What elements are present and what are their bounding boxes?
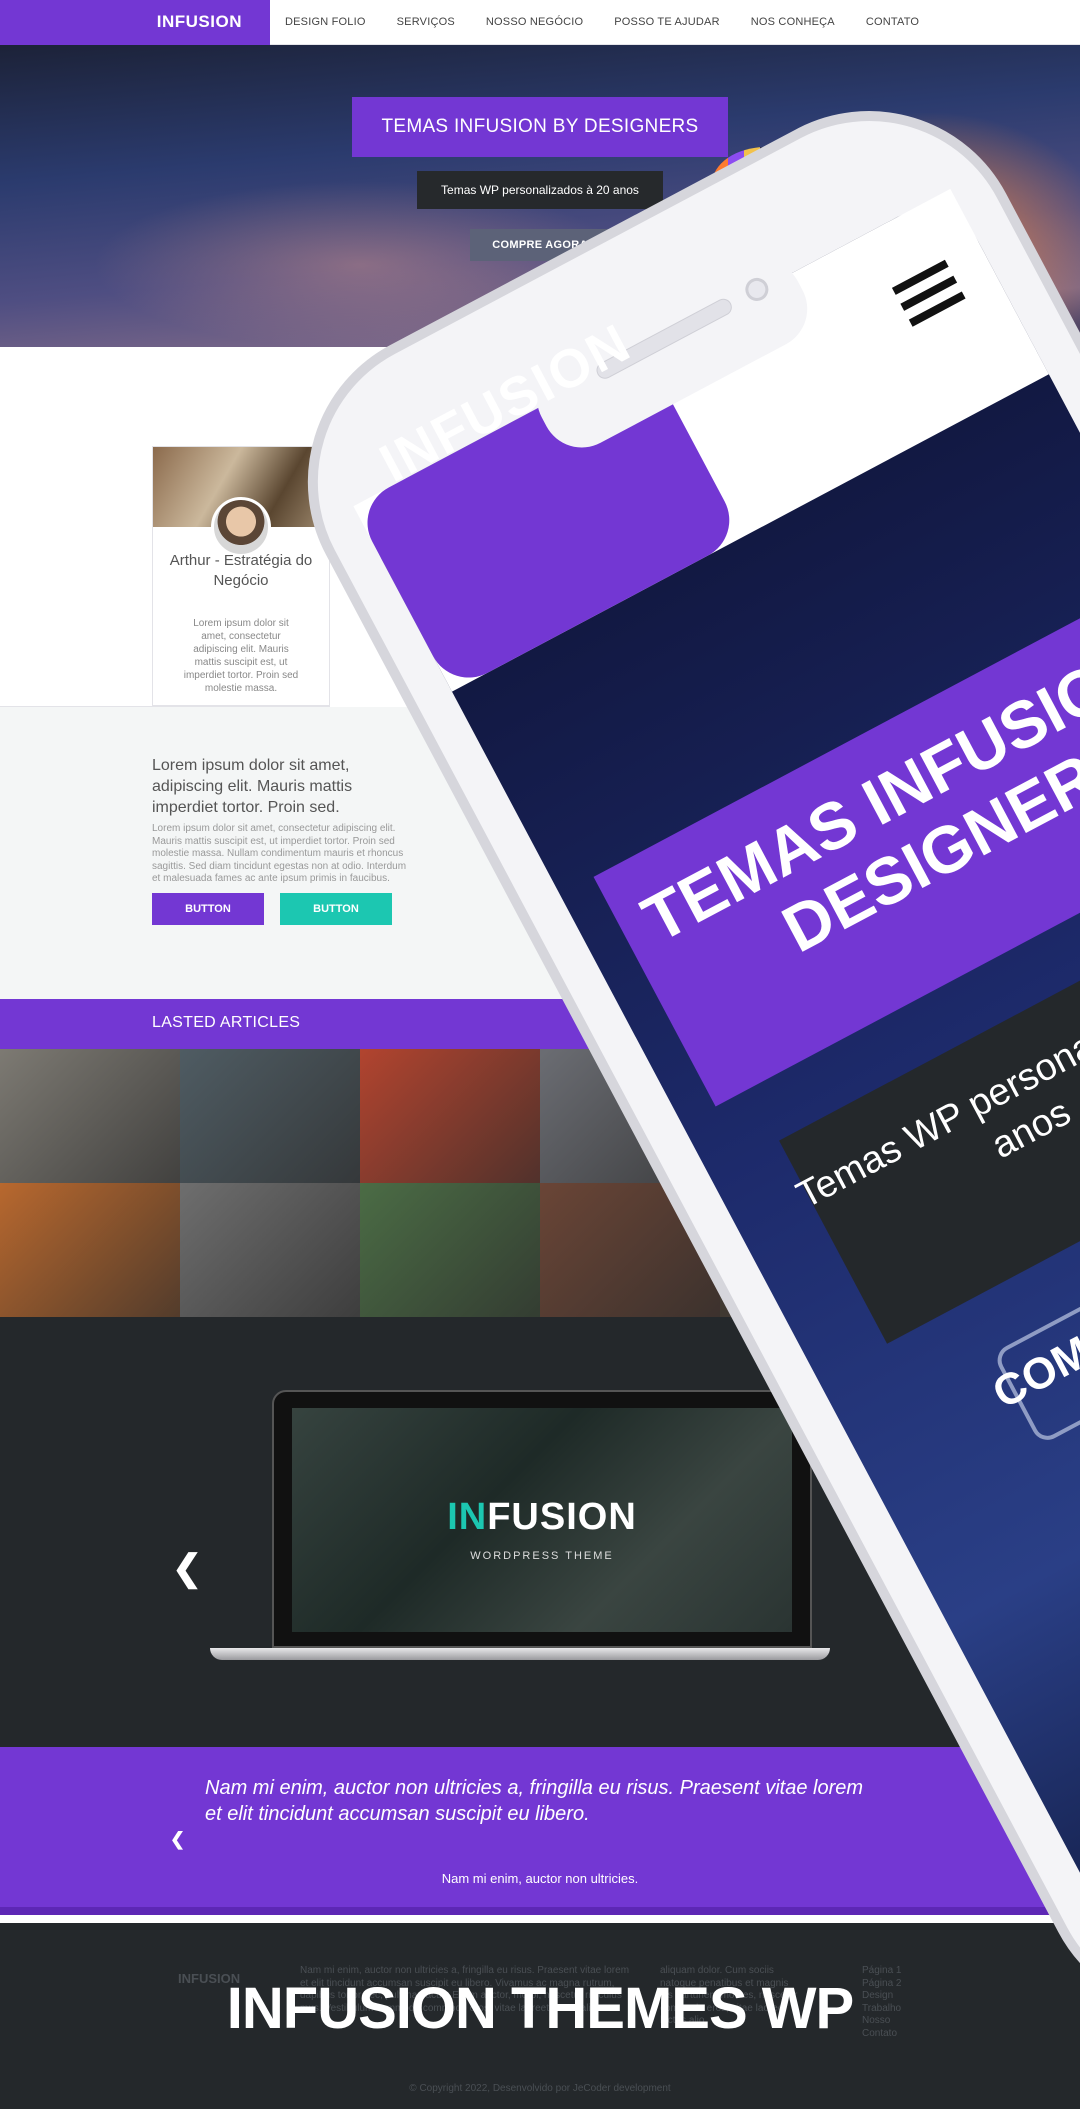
laptop-mockup: INFUSION WORDPRESS THEME (272, 1390, 812, 1648)
articles-header: LASTED ARTICLES (0, 999, 1080, 1049)
avatar (211, 497, 271, 557)
copyright: © Copyright 2022, Desenvolvido por JeCod… (409, 2083, 671, 2094)
hero-subtitle: Temas WP personalizados à 20 anos (417, 171, 663, 209)
profile-card: Arthur - Estratégia do Negócio Lorem ips… (152, 446, 330, 706)
article-tile-photo-14[interactable] (900, 1183, 1080, 1317)
article-tile-photo-4[interactable] (540, 1049, 720, 1183)
testimonial-author: Nam mi enim, auctor non ultricies. (441, 1871, 639, 1886)
site-logo[interactable]: INFUSION (0, 0, 270, 45)
menu-item-posso-te-ajudar[interactable]: POSSO TE AJUDAR (614, 16, 720, 28)
menu-item-design-folio[interactable]: DESIGN FOLIO (285, 16, 366, 28)
article-tile-photo-5[interactable] (720, 1049, 900, 1183)
profile-name: Arthur - Estratégia do Negócio (169, 552, 313, 589)
slider-brand-title: INFUSION (292, 1496, 792, 1539)
article-tile-forest-photo[interactable] (360, 1183, 540, 1317)
article-tile-fox-photo[interactable] (0, 1183, 180, 1317)
buy-now-button[interactable]: COMPRE AGORA (470, 229, 610, 261)
articles-grid (0, 1049, 1080, 1317)
hero-section: TEMAS INFUSION BY DESIGNERS Temas WP per… (0, 45, 1080, 347)
menu-item-nos-conheca[interactable]: NOS CONHEÇA (751, 16, 835, 28)
intro-section: Lorem ipsum dolor sit amet, adipiscing e… (0, 707, 1080, 999)
testimonial-section: ❮ Nam mi enim, auctor non ultricies a, f… (0, 1747, 1080, 1915)
article-tile-photo-13[interactable] (720, 1183, 900, 1317)
slider-prev-icon[interactable]: ❮ (172, 1547, 202, 1589)
theme-slider: ❮ INFUSION WORDPRESS THEME (0, 1317, 1080, 1747)
top-navigation: INFUSION DESIGN FOLIO SERVIÇOS NOSSO NEG… (0, 0, 1080, 45)
menu-item-servicos[interactable]: SERVIÇOS (397, 16, 455, 28)
laptop-base (210, 1648, 830, 1660)
article-tile-photo-6[interactable] (900, 1049, 1080, 1183)
brand-rest-text: FUSION (487, 1496, 637, 1538)
main-menu: DESIGN FOLIO SERVIÇOS NOSSO NEGÓCIO POSS… (285, 16, 919, 28)
slider-subtitle: WORDPRESS THEME (470, 1550, 614, 1562)
article-tile-desk-photo[interactable] (540, 1183, 720, 1317)
secondary-button[interactable]: BUTTON (280, 893, 392, 925)
profile-text: Lorem ipsum dolor sit amet, consectetur … (183, 618, 299, 694)
article-tile-hands-photo[interactable] (180, 1183, 360, 1317)
overlay-caption: INFUSION THEMES WP (226, 1976, 854, 2041)
phone-logo-block (367, 365, 730, 678)
hot-air-balloon-image (712, 147, 820, 221)
hero-title: TEMAS INFUSION BY DESIGNERS (352, 97, 728, 157)
primary-button[interactable]: BUTTON (152, 893, 264, 925)
intro-body: Lorem ipsum dolor sit amet, consectetur … (152, 823, 407, 884)
intro-lead: Lorem ipsum dolor sit amet, adipiscing e… (152, 757, 353, 816)
article-tile-waves-photo[interactable] (180, 1049, 360, 1183)
footer: INFUSION Nam mi enim, auctor non ultrici… (0, 1923, 1080, 2109)
laptop-screen: INFUSION WORDPRESS THEME (292, 1408, 792, 1632)
articles-title: LASTED ARTICLES (152, 1014, 301, 1031)
testimonial-prev-icon[interactable]: ❮ (170, 1829, 185, 1850)
menu-item-contato[interactable]: CONTATO (866, 16, 919, 28)
article-tile-chain-photo[interactable] (0, 1049, 180, 1183)
article-tile-red-wall-photo[interactable] (360, 1049, 540, 1183)
page: INFUSION DESIGN FOLIO SERVIÇOS NOSSO NEG… (0, 0, 1080, 2109)
menu-item-nosso-negocio[interactable]: NOSSO NEGÓCIO (486, 16, 583, 28)
testimonial-quote: Nam mi enim, auctor non ultricies a, fri… (205, 1777, 864, 1825)
brand-accent-text: IN (447, 1496, 488, 1538)
